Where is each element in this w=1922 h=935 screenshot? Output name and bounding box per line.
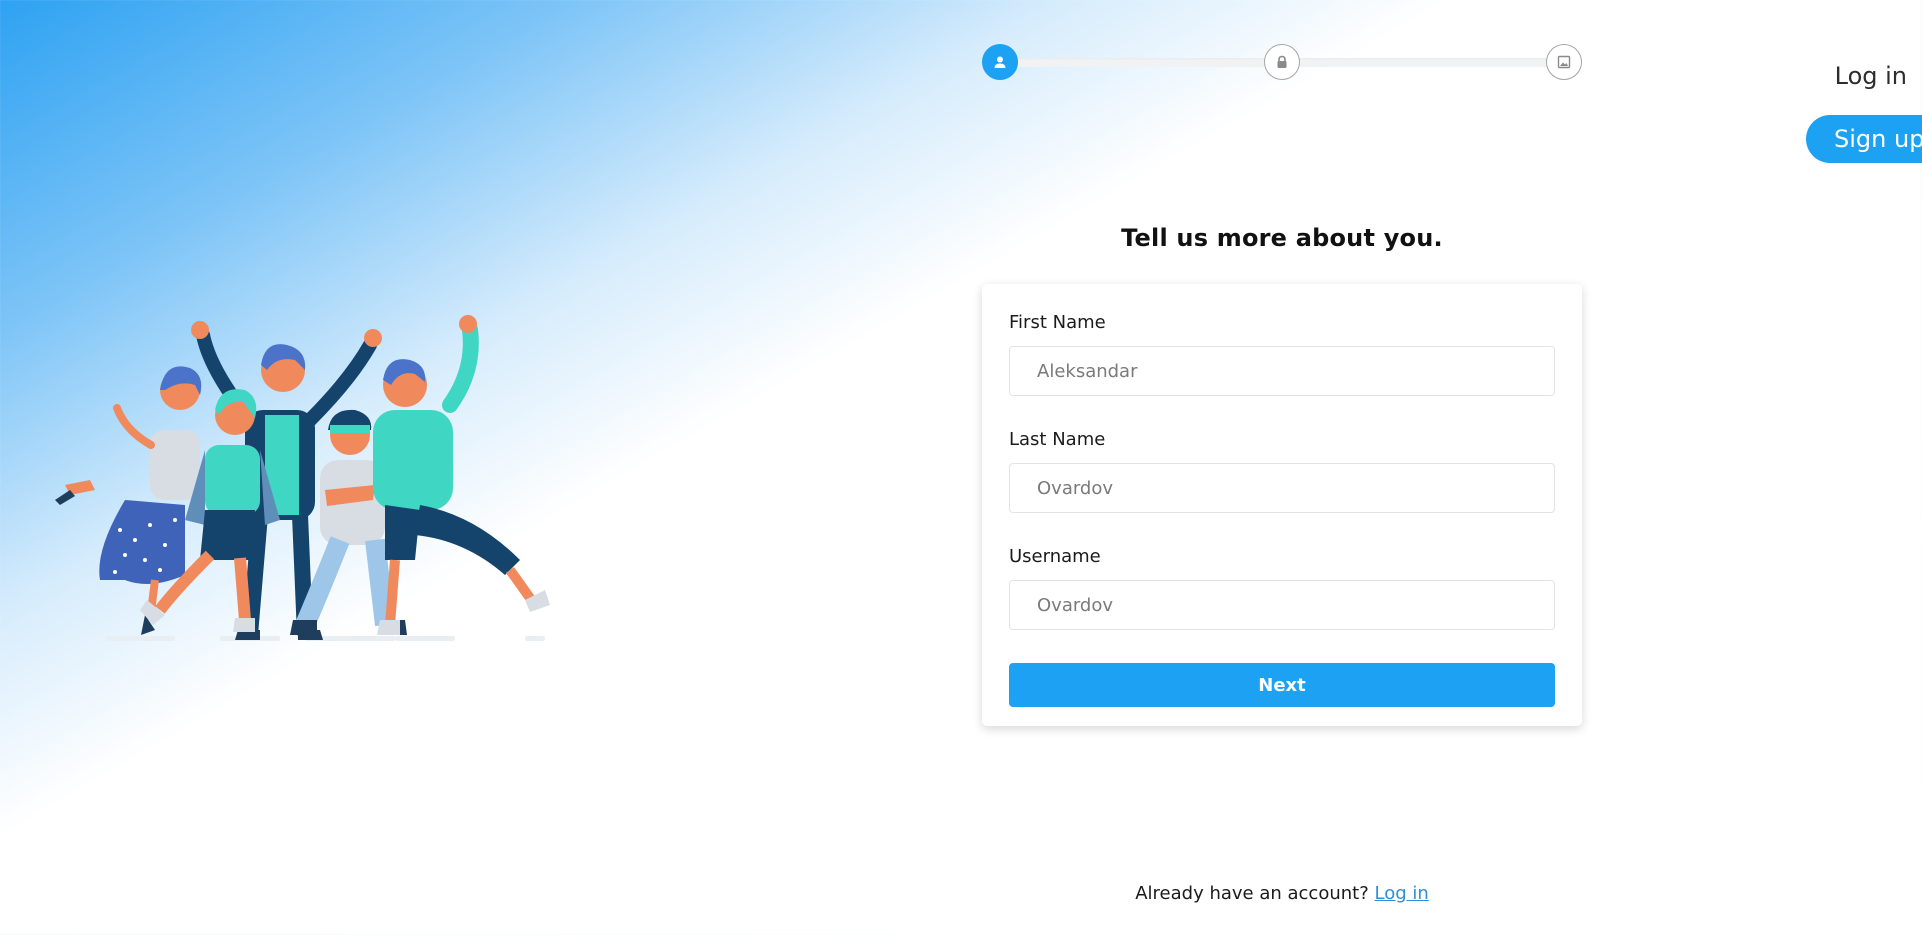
first-name-label: First Name bbox=[1009, 312, 1106, 333]
first-name-field-group: First Name bbox=[1009, 312, 1555, 396]
image-icon bbox=[1557, 55, 1571, 69]
username-input[interactable] bbox=[1009, 580, 1555, 630]
nav-signup-button[interactable]: Sign up bbox=[1806, 115, 1922, 163]
last-name-field-group: Last Name bbox=[1009, 429, 1555, 513]
last-name-label: Last Name bbox=[1009, 429, 1106, 450]
footer-login-link[interactable]: Log in bbox=[1375, 883, 1429, 904]
step-profile[interactable] bbox=[982, 44, 1018, 80]
lock-icon bbox=[1277, 55, 1287, 68]
profile-form-card: First Name Last Name Username Next bbox=[982, 284, 1582, 726]
login-prompt-text: Already have an account? bbox=[1135, 883, 1369, 904]
step-avatar[interactable] bbox=[1546, 44, 1582, 80]
first-name-input[interactable] bbox=[1009, 346, 1555, 396]
nav-login-link[interactable]: Log in bbox=[1835, 62, 1907, 90]
username-field-group: Username bbox=[1009, 546, 1555, 630]
last-name-input[interactable] bbox=[1009, 463, 1555, 513]
username-label: Username bbox=[1009, 546, 1101, 567]
step-security[interactable] bbox=[1264, 44, 1300, 80]
friends-celebrating-illustration bbox=[55, 315, 550, 641]
user-icon bbox=[994, 56, 1006, 68]
login-prompt: Already have an account? Log in bbox=[982, 883, 1582, 904]
signup-progress-stepper bbox=[982, 44, 1582, 80]
next-button[interactable]: Next bbox=[1009, 663, 1555, 707]
page-title: Tell us more about you. bbox=[1121, 224, 1443, 252]
